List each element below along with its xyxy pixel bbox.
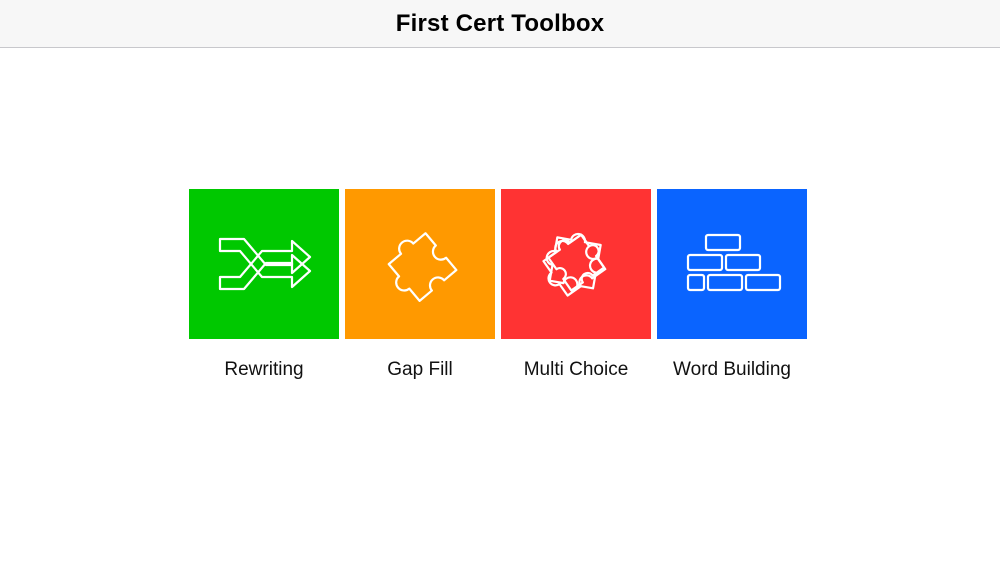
tile-rewriting[interactable]: Rewriting — [189, 189, 339, 381]
tile-rewriting-label: Rewriting — [224, 359, 304, 380]
tile-multi-choice[interactable]: Multi Choice — [501, 189, 651, 381]
tile-gap-fill[interactable]: Gap Fill — [345, 189, 495, 381]
puzzle-cluster-icon — [542, 232, 607, 297]
tile-gap-fill-label: Gap Fill — [387, 359, 453, 380]
tile-gap-fill-square[interactable] — [345, 189, 495, 339]
navigation-bar: First Cert Toolbox — [0, 0, 1000, 48]
app-title: First Cert Toolbox — [395, 9, 605, 37]
tile-word-building-square[interactable] — [657, 189, 807, 339]
brick-wall-icon — [686, 233, 782, 292]
puzzle-piece-icon — [387, 232, 458, 302]
shuffle-arrows-icon — [218, 237, 312, 291]
tile-multi-choice-label: Multi Choice — [523, 359, 629, 380]
activity-tiles: Rewriting Gap Fill Multi Choice Word Bui… — [189, 189, 807, 381]
tile-word-building[interactable]: Word Building — [657, 189, 807, 381]
tile-word-building-label: Word Building — [673, 359, 791, 380]
tile-multi-choice-square[interactable] — [501, 189, 651, 339]
tile-rewriting-square[interactable] — [189, 189, 339, 339]
